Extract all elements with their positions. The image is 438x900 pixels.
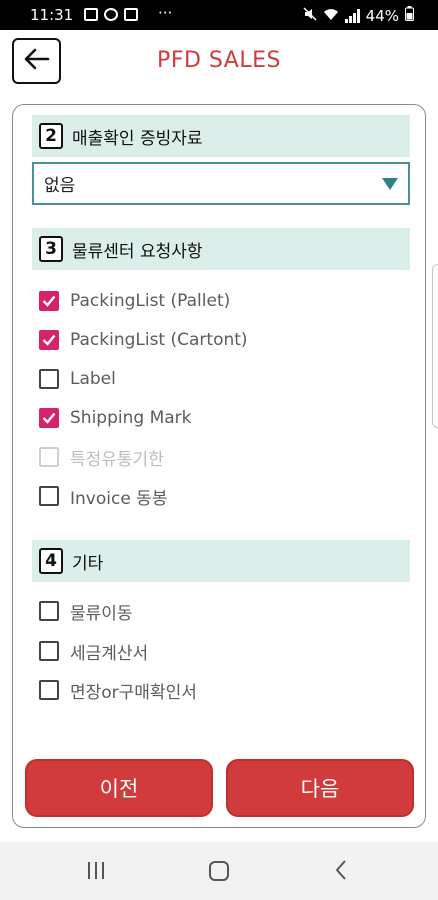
checkbox-label: PackingList (Cartont) xyxy=(70,330,248,350)
section-label: 매출확인 증빙자료 xyxy=(72,128,203,149)
checkbox-label: 물류이동 xyxy=(70,603,133,624)
checkbox-row[interactable]: Shipping Mark xyxy=(39,404,191,432)
dropdown-caret-icon xyxy=(382,178,398,190)
chat-icon xyxy=(104,8,118,21)
system-nav-bar xyxy=(0,842,438,900)
signal-icon xyxy=(344,8,360,23)
section-header-3: 3 물류센터 요청사항 xyxy=(32,228,410,270)
section-header-2: 2 매출확인 증빙자료 xyxy=(32,115,410,157)
evidence-select[interactable]: 없음 xyxy=(32,162,410,205)
section-label: 물류센터 요청사항 xyxy=(72,241,203,262)
status-right: 44% xyxy=(303,6,414,25)
home-button[interactable] xyxy=(209,861,229,881)
checkbox-unchecked[interactable] xyxy=(39,641,59,661)
section-label: 기타 xyxy=(72,553,104,574)
checkbox-unchecked[interactable] xyxy=(39,601,59,621)
checkbox-label: 특정유통기한 xyxy=(70,449,164,470)
checkbox-checked[interactable] xyxy=(39,291,59,311)
select-value: 없음 xyxy=(44,176,76,196)
section-header-4: 4 기타 xyxy=(32,540,410,582)
app-bar: PFD SALES xyxy=(0,30,438,96)
checkbox-label: Label xyxy=(70,369,116,389)
chevron-left-icon xyxy=(335,860,346,880)
system-back-button[interactable] xyxy=(334,859,348,885)
checkbox-unchecked[interactable] xyxy=(39,369,59,389)
edge-panel-handle[interactable] xyxy=(432,264,438,428)
checkbox-row[interactable]: PackingList (Cartont) xyxy=(39,326,248,354)
battery-icon xyxy=(405,6,414,25)
checkbox-row-disabled: 특정유통기한 xyxy=(39,443,164,471)
section-number: 2 xyxy=(39,123,63,149)
notification-icons xyxy=(84,8,138,21)
gallery-icon xyxy=(84,8,98,21)
recent-apps-button[interactable] xyxy=(88,862,104,879)
form-card: 2 매출확인 증빙자료 없음 3 물류센터 요청사항 PackingList (… xyxy=(12,104,426,828)
checkbox-row[interactable]: PackingList (Pallet) xyxy=(39,287,230,315)
section-number: 3 xyxy=(39,236,63,262)
section-number: 4 xyxy=(39,548,63,574)
checkmark-icon xyxy=(42,334,56,346)
checkbox-disabled xyxy=(39,447,59,467)
youtube-icon xyxy=(124,8,138,21)
checkmark-icon xyxy=(42,295,56,307)
wifi-icon xyxy=(323,7,339,25)
checkbox-label: 면장or구매확인서 xyxy=(70,682,197,703)
status-bar: 11:31 ··· 44% xyxy=(0,0,438,30)
more-notifications-icon: ··· xyxy=(158,4,173,22)
checkbox-unchecked[interactable] xyxy=(39,680,59,700)
checkbox-row[interactable]: Invoice 동봉 xyxy=(39,482,167,510)
checkbox-label: PackingList (Pallet) xyxy=(70,291,231,311)
checkbox-unchecked[interactable] xyxy=(39,486,59,506)
checkbox-label: Shipping Mark xyxy=(70,408,192,428)
checkbox-row[interactable]: 물류이동 xyxy=(39,597,133,625)
checkbox-row[interactable]: Label xyxy=(39,365,116,393)
page-title: PFD SALES xyxy=(157,48,281,73)
checkbox-checked[interactable] xyxy=(39,408,59,428)
checkbox-label: 세금계산서 xyxy=(70,643,149,664)
checkmark-icon xyxy=(42,412,56,424)
status-time: 11:31 xyxy=(30,6,74,24)
checkbox-row[interactable]: 면장or구매확인서 xyxy=(39,676,197,704)
prev-button[interactable]: 이전 xyxy=(25,759,213,817)
battery-percent: 44% xyxy=(365,6,399,25)
checkbox-checked[interactable] xyxy=(39,330,59,350)
checkbox-label: Invoice 동봉 xyxy=(70,488,168,509)
mute-icon xyxy=(303,6,317,25)
next-button[interactable]: 다음 xyxy=(226,759,414,817)
checkbox-row[interactable]: 세금계산서 xyxy=(39,637,148,665)
